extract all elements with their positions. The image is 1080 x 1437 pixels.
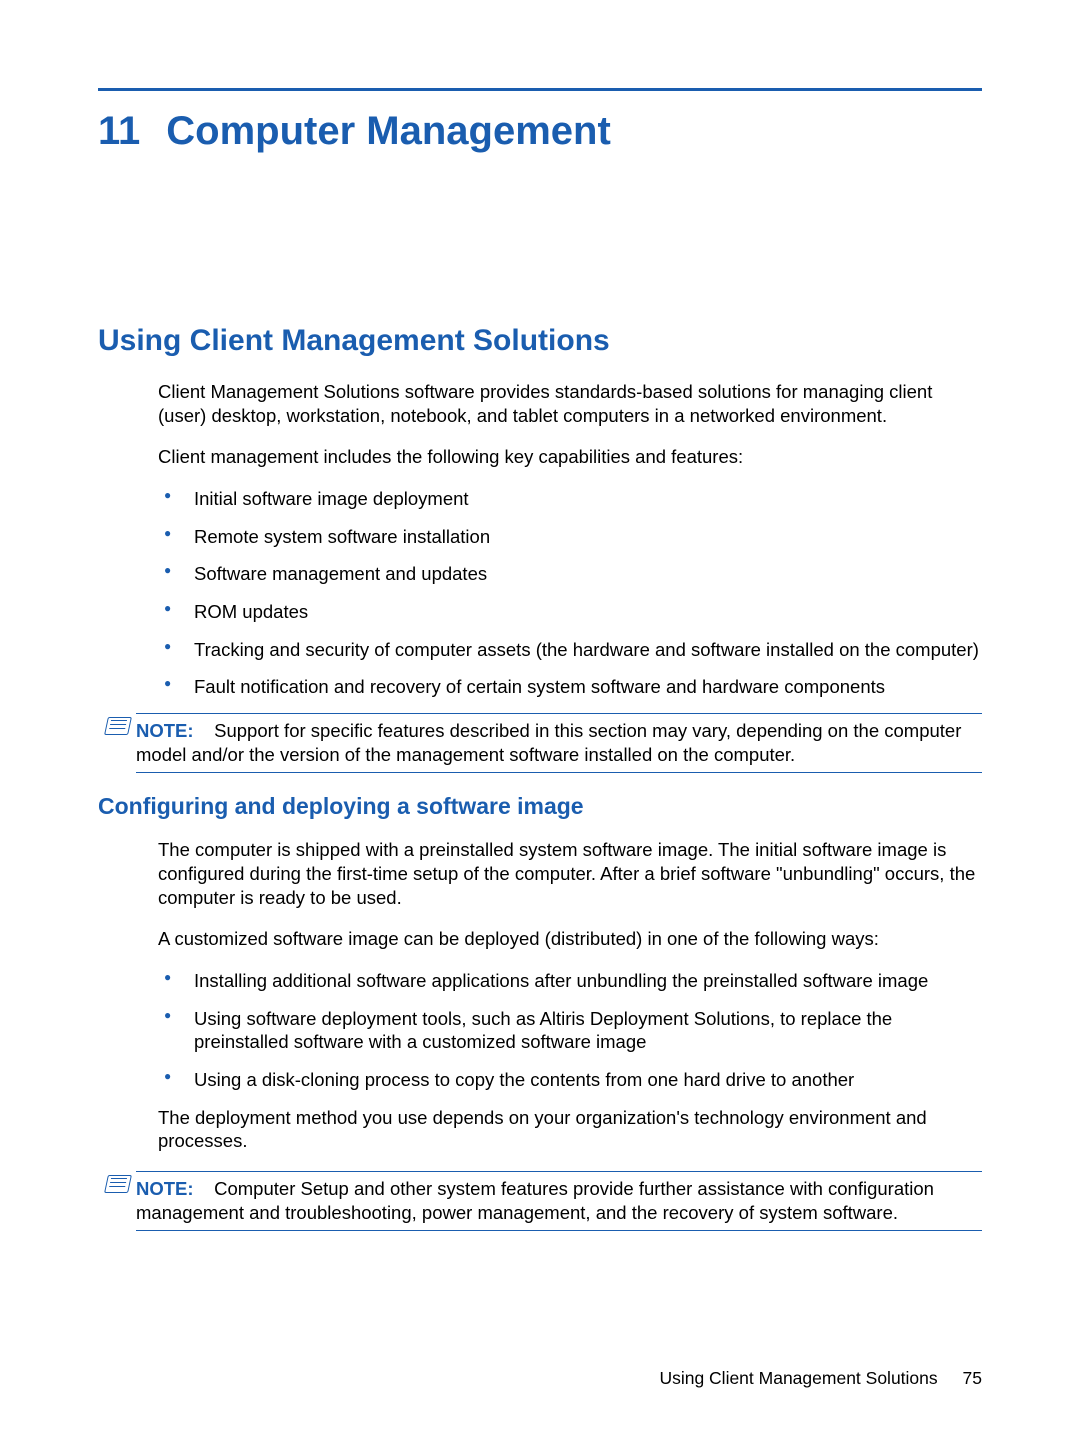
list-item: Installing additional software applicati… xyxy=(158,969,982,993)
deploy-methods-list: Installing additional software applicati… xyxy=(158,969,982,1092)
list-item: Using a disk-cloning process to copy the… xyxy=(158,1068,982,1092)
note-label: NOTE: xyxy=(136,1178,194,1199)
note-callout: NOTE: Support for specific features desc… xyxy=(136,713,982,773)
list-item: Software management and updates xyxy=(158,562,982,586)
note-label: NOTE: xyxy=(136,720,194,741)
chapter-number: 11 xyxy=(98,109,140,154)
list-item: Tracking and security of computer assets… xyxy=(158,638,982,662)
page-number: 75 xyxy=(963,1368,982,1388)
page-body: 11 Computer Management Using Client Mana… xyxy=(0,0,1080,1231)
paragraph: A customized software image can be deplo… xyxy=(158,927,982,951)
list-item: Remote system software installation xyxy=(158,525,982,549)
footer-section-title: Using Client Management Solutions xyxy=(659,1368,937,1388)
paragraph: Client management includes the following… xyxy=(158,445,982,469)
note-callout: NOTE: Computer Setup and other system fe… xyxy=(136,1171,982,1231)
section-heading-client-mgmt: Using Client Management Solutions xyxy=(98,324,982,358)
note-icon xyxy=(106,1175,130,1193)
list-item: Fault notification and recovery of certa… xyxy=(158,675,982,699)
chapter-title: Computer Management xyxy=(166,109,611,154)
page-footer: Using Client Management Solutions 75 xyxy=(659,1368,982,1389)
paragraph: The deployment method you use depends on… xyxy=(158,1106,982,1153)
chapter-rule xyxy=(98,88,982,91)
note-icon xyxy=(106,717,130,735)
section2-body: The computer is shipped with a preinstal… xyxy=(158,838,982,1153)
paragraph: Client Management Solutions software pro… xyxy=(158,380,982,427)
capabilities-list: Initial software image deployment Remote… xyxy=(158,487,982,699)
paragraph: The computer is shipped with a preinstal… xyxy=(158,838,982,909)
list-item: ROM updates xyxy=(158,600,982,624)
subsection-heading-config-deploy: Configuring and deploying a software ima… xyxy=(98,793,982,820)
list-item: Initial software image deployment xyxy=(158,487,982,511)
chapter-heading: 11 Computer Management xyxy=(98,109,982,154)
list-item: Using software deployment tools, such as… xyxy=(158,1007,982,1054)
note-text: Computer Setup and other system features… xyxy=(136,1178,934,1223)
note-text: Support for specific features described … xyxy=(136,720,961,765)
section1-body: Client Management Solutions software pro… xyxy=(158,380,982,699)
